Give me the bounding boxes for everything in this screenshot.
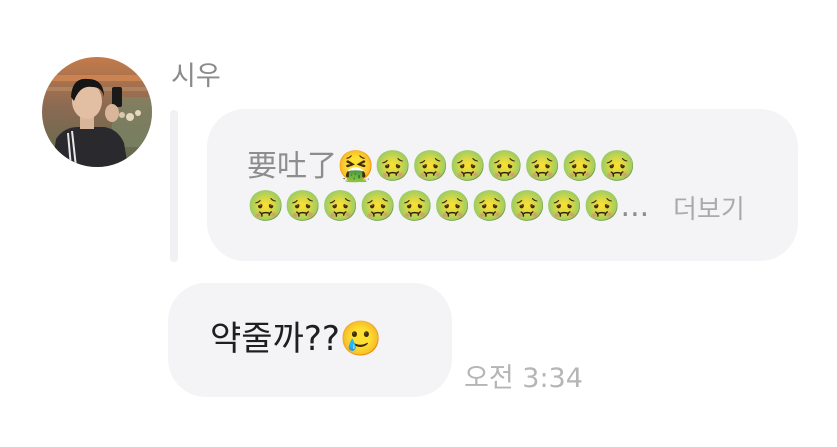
avatar-photo bbox=[42, 57, 152, 167]
quoted-message-bubble[interactable]: 要吐了🤮🤢🤢🤢🤢🤢🤢🤢🤢🤢🤢🤢🤢🤢🤢🤢🤢🤢... 더보기 bbox=[207, 109, 798, 261]
quote-indicator-bar bbox=[170, 110, 178, 262]
see-more-link[interactable]: 더보기 bbox=[673, 193, 745, 227]
sender-name: 시우 bbox=[171, 61, 221, 92]
message-bubble[interactable]: 약줄까??🥲 bbox=[168, 283, 452, 397]
quoted-message-text: 要吐了🤮🤢🤢🤢🤢🤢🤢🤢🤢🤢🤢🤢🤢🤢🤢🤢🤢🤢... bbox=[247, 149, 650, 224]
sender-avatar[interactable] bbox=[42, 57, 152, 167]
chat-screen: 시우 要吐了🤮🤢🤢🤢🤢🤢🤢🤢🤢🤢🤢🤢🤢🤢🤢🤢🤢🤢... 더보기 약줄까??🥲 오… bbox=[0, 0, 837, 447]
message-timestamp: 오전 3:34 bbox=[464, 363, 583, 394]
message-text: 약줄까??🥲 bbox=[210, 319, 383, 359]
